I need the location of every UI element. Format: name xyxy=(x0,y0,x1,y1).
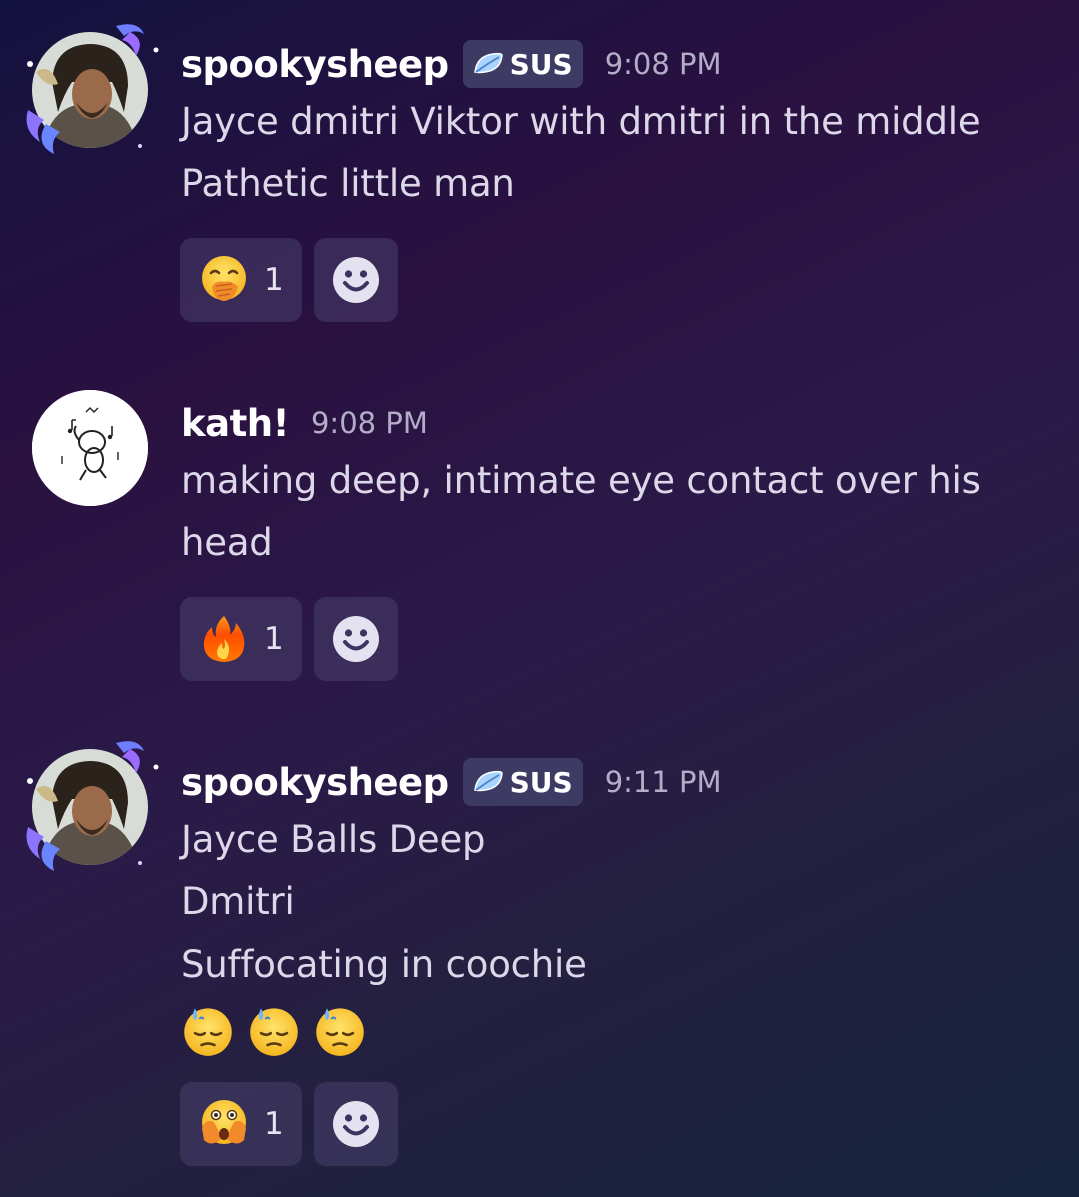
username[interactable]: kath! xyxy=(181,402,289,445)
timestamp: 9:11 PM xyxy=(604,765,722,799)
add-reaction-icon xyxy=(332,256,380,304)
reaction-count: 1 xyxy=(264,262,284,298)
reaction-button[interactable]: 1 xyxy=(180,238,302,322)
message-line: Dmitri xyxy=(181,880,295,923)
avatar-decoration xyxy=(26,741,159,871)
avatar-kath[interactable] xyxy=(32,390,148,506)
timestamp: 9:08 PM xyxy=(310,406,428,440)
reaction-count: 1 xyxy=(264,1106,284,1142)
reactions-bar: 1 xyxy=(180,238,398,322)
username[interactable]: spookysheep xyxy=(181,761,449,804)
message-line: Jayce Balls Deep xyxy=(181,818,486,861)
message-line: head xyxy=(181,521,273,564)
timestamp: 9:08 PM xyxy=(604,47,722,81)
message-line: Pathetic little man xyxy=(181,162,515,205)
tag-label: SUS xyxy=(509,765,573,799)
message-header: spookysheep SUS 9:11 PM xyxy=(181,755,722,809)
server-tag[interactable]: SUS xyxy=(462,758,583,806)
server-tag[interactable]: SUS xyxy=(462,40,583,88)
message-line: Suffocating in coochie xyxy=(181,943,587,986)
fire-icon xyxy=(203,616,245,662)
username[interactable]: spookysheep xyxy=(181,43,449,86)
downcast-sweat-face-icon xyxy=(182,1007,234,1058)
reactions-bar: 1 xyxy=(180,1082,398,1166)
leaf-icon xyxy=(473,770,503,792)
tag-label: SUS xyxy=(509,47,573,81)
avatar-image xyxy=(32,390,148,506)
downcast-sweat-face-icon xyxy=(314,1007,366,1058)
leaf-icon xyxy=(473,52,503,74)
face-with-open-eyes-hand-over-mouth-icon xyxy=(202,1100,246,1144)
message-line: Jayce dmitri Viktor with dmitri in the m… xyxy=(181,100,981,143)
add-reaction-button[interactable] xyxy=(314,238,398,322)
reaction-count: 1 xyxy=(264,621,284,657)
add-reaction-button[interactable] xyxy=(314,597,398,681)
add-reaction-icon xyxy=(332,1100,380,1148)
add-reaction-icon xyxy=(332,615,380,663)
message-emoji-row xyxy=(181,1004,367,1058)
add-reaction-button[interactable] xyxy=(314,1082,398,1166)
avatar-spookysheep[interactable] xyxy=(26,741,159,871)
reaction-button[interactable]: 1 xyxy=(180,1082,302,1166)
message-header: spookysheep SUS 9:08 PM xyxy=(181,37,722,91)
reactions-bar: 1 xyxy=(180,597,398,681)
avatar-decoration xyxy=(26,24,159,154)
message-line: making deep, intimate eye contact over h… xyxy=(181,459,981,502)
face-with-hand-over-mouth-icon xyxy=(202,256,246,301)
message-header: kath! 9:08 PM xyxy=(181,396,428,450)
avatar-spookysheep[interactable] xyxy=(26,24,159,154)
downcast-sweat-face-icon xyxy=(248,1007,300,1058)
reaction-button[interactable]: 1 xyxy=(180,597,302,681)
